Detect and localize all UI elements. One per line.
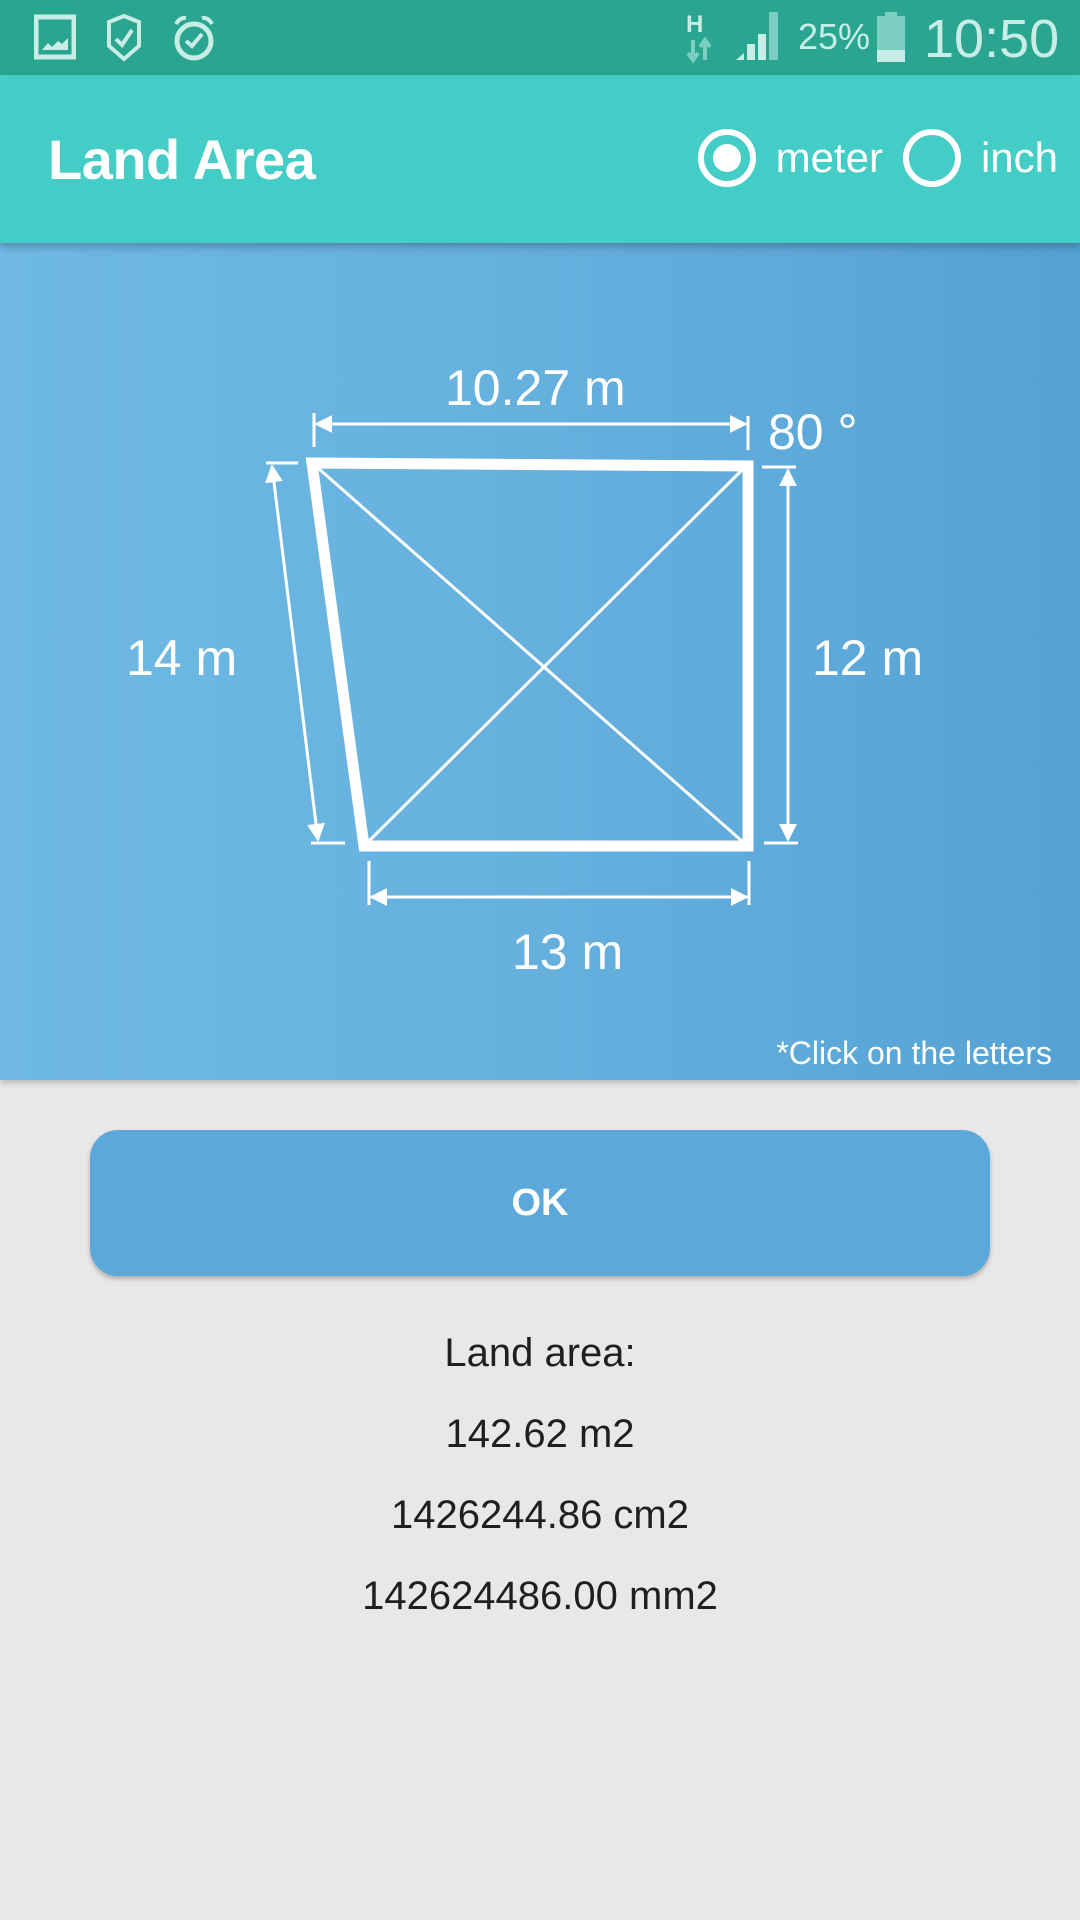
top-side-label[interactable]: 10.27 m [445, 359, 626, 417]
right-dimension [762, 465, 798, 845]
signal-icon [736, 12, 778, 60]
battery-percent: 25% [798, 16, 871, 57]
clock: 10:50 [924, 9, 1060, 69]
page-title: Land Area [48, 128, 316, 191]
result-mm2: 142624486.00 mm2 [362, 1574, 718, 1618]
bottom-side-label[interactable]: 13 m [512, 923, 623, 981]
diagonal-1 [317, 466, 744, 844]
status-bar: H 25% 10:50 [0, 0, 1080, 75]
angle-label[interactable]: 80 ° [768, 403, 858, 461]
network-h-icon: H [686, 11, 712, 64]
radio-meter[interactable]: meter [697, 129, 883, 187]
battery-icon [877, 12, 905, 62]
radio-inch[interactable]: inch [902, 129, 1058, 187]
radio-meter-label[interactable]: meter [776, 134, 883, 182]
result-cm2: 1426244.86 cm2 [390, 1493, 689, 1537]
svg-text:H: H [686, 11, 703, 38]
radio-inch-label[interactable]: inch [981, 134, 1058, 182]
right-side-label[interactable]: 12 m [812, 629, 923, 687]
alarm-icon [174, 15, 214, 61]
diagonal-2 [366, 467, 745, 844]
shield-check-icon [107, 14, 141, 62]
result-m2: 142.62 m2 [445, 1412, 635, 1456]
results: Land area: 142.62 m2 1426244.86 cm2 1426… [0, 1325, 1080, 1649]
ok-button[interactable]: OK [90, 1130, 990, 1276]
left-side-label[interactable]: 14 m [126, 629, 237, 687]
diagram-panel: 10.27 m 80 ° 14 m 12 m 13 m *Click on th… [0, 243, 1080, 1080]
bottom-dimension [367, 861, 751, 906]
gallery-icon [34, 14, 76, 60]
unit-radio-group: meter inch [678, 129, 1058, 187]
results-heading: Land area: [444, 1331, 636, 1375]
top-dimension [312, 413, 750, 450]
radio-unchecked-icon[interactable] [902, 129, 961, 187]
hint-text: *Click on the letters [776, 1035, 1052, 1071]
radio-checked-icon[interactable] [697, 129, 756, 187]
app-bar: Land Area meter inch [0, 75, 1080, 243]
